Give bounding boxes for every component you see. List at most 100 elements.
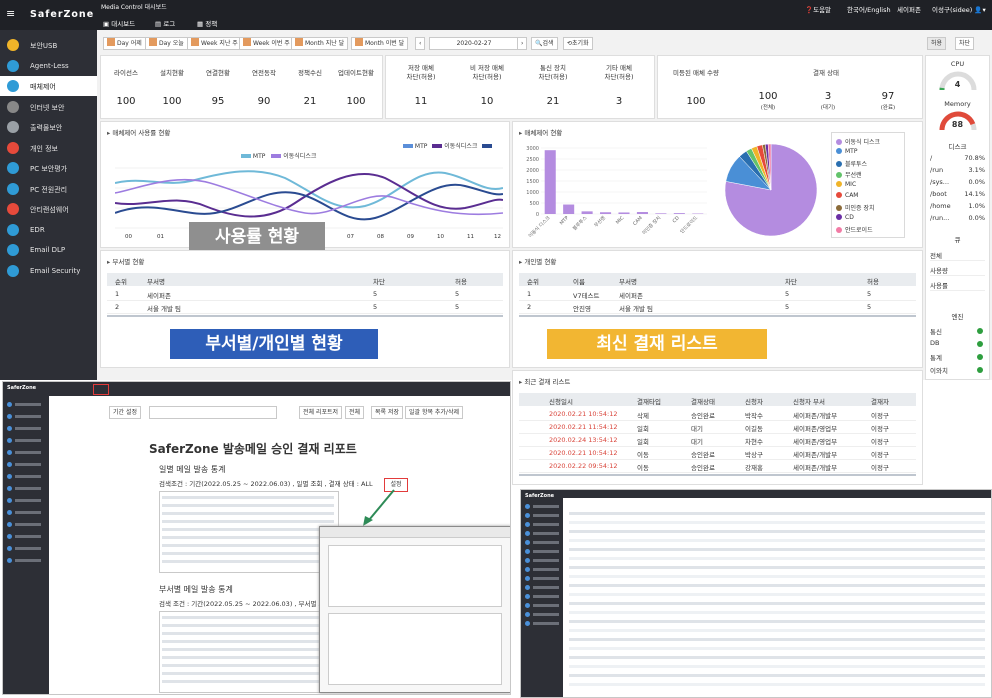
- table-row[interactable]: 1세이퍼존55: [107, 287, 503, 301]
- report-btn-save[interactable]: 목록 저장: [371, 406, 403, 419]
- legend-swatch: [836, 214, 842, 220]
- filter-this-month[interactable]: Month 이번 달: [351, 37, 408, 50]
- report-btn-all-report[interactable]: 전체 리포트저: [299, 406, 342, 419]
- x-tick-label: 이동식 디스크: [527, 214, 552, 239]
- legend-swatch: [482, 144, 492, 148]
- table-row[interactable]: 2020.02.24 13:54:12일회대기차현수세이퍼존/영업부이정구: [519, 433, 916, 447]
- sidebar-item[interactable]: 개인 정보: [0, 138, 97, 158]
- approval-value: 97: [858, 91, 918, 102]
- sidebar-item[interactable]: EDR: [0, 220, 97, 240]
- table-cell: 이정구: [871, 423, 889, 433]
- mini-sidebar-item: [7, 426, 12, 431]
- mini-sidebar-line: [533, 613, 559, 616]
- table-cell: 5: [373, 303, 377, 311]
- report-topbar: [49, 382, 510, 396]
- date-picker[interactable]: 2020-02-27: [429, 37, 519, 50]
- disk-mount: /run: [930, 166, 943, 174]
- table-row[interactable]: 2020.02.22 09:54:12이동승인완료강재홍세이퍼존/개발부이정구: [519, 459, 916, 473]
- table-header: 신청일시결재타입결재상태신청자신청자 부서결재자: [519, 393, 916, 406]
- sidebar-item[interactable]: Email DLP: [0, 240, 97, 260]
- mini-sidebar-line: [15, 451, 41, 454]
- table-row[interactable]: 2서울 개발 팀55: [107, 300, 503, 314]
- mini-table-line: [162, 504, 334, 507]
- log-row: [569, 638, 985, 641]
- sidebar-item[interactable]: 매체제어: [0, 76, 97, 96]
- log-row: [569, 656, 985, 659]
- reset-button[interactable]: ⟲초기화: [563, 37, 593, 50]
- period-setting[interactable]: 기간 설정: [109, 406, 141, 419]
- menu-icon[interactable]: ≡: [6, 8, 15, 19]
- usage-legend-top: MTP 이동식디스크: [403, 141, 492, 150]
- mini-sidebar-item: [525, 504, 530, 509]
- filter-bar: Day 어제 Day 오늘 Week 지난 주 Week 이번 주 Month …: [97, 34, 992, 52]
- log-row: [569, 575, 985, 578]
- day-icon: [149, 38, 157, 46]
- report-tab-highlight[interactable]: [93, 384, 109, 395]
- legend-item: 무선랜: [836, 170, 862, 179]
- y-tick-label: 2000: [526, 168, 539, 174]
- bar: [545, 150, 556, 214]
- mini-sidebar-line: [15, 487, 41, 490]
- sidebar-item[interactable]: 보안USB: [0, 35, 97, 55]
- filter-this-week[interactable]: Week 이번 주: [239, 37, 294, 50]
- legend-swatch: [836, 172, 842, 178]
- sidebar-item[interactable]: Email Security: [0, 261, 97, 281]
- disk-row: /run3.1%: [930, 166, 985, 176]
- sidebar: ≡ SaferZone 보안USBAgent-Less매체제어인터넷 보안출력물…: [0, 0, 97, 380]
- sidebar-item[interactable]: 인터넷 보안: [0, 97, 97, 117]
- engine-status-dot: [977, 354, 983, 360]
- report-btn-items[interactable]: 일괄 항목 추가/삭제: [405, 406, 463, 419]
- toggle-allow[interactable]: 허용: [927, 37, 946, 50]
- mini-sidebar-line: [533, 559, 559, 562]
- filter-yesterday[interactable]: Day 어제: [103, 37, 146, 50]
- sidebar-item[interactable]: PC 보안평가: [0, 158, 97, 178]
- tab-dashboard[interactable]: ▣ 대시보드: [103, 18, 135, 28]
- log-row: [569, 620, 985, 623]
- sidebar-item-icon: [7, 60, 19, 72]
- bar: [674, 213, 685, 214]
- filter-today[interactable]: Day 오늘: [145, 37, 188, 50]
- tab-policy[interactable]: ▦ 정책: [197, 18, 217, 28]
- mini-sidebar-item: [525, 621, 530, 626]
- search-button[interactable]: 🔍검색: [531, 37, 558, 50]
- engine-label: 이와치: [930, 365, 948, 375]
- x-tick-label: CD: [672, 215, 681, 224]
- queue-label: 큐: [926, 234, 989, 244]
- sidebar-item[interactable]: Agent-Less: [0, 56, 97, 76]
- legend-label: MTP: [845, 148, 857, 155]
- filter-last-week[interactable]: Week 지난 주: [187, 37, 242, 50]
- report-btn-all[interactable]: 전체: [345, 406, 364, 419]
- tab-log[interactable]: ▤ 로그: [155, 18, 175, 28]
- table-row[interactable]: 2020.02.21 10:54:12삭제승인완료박작수세이퍼존/개발부이정구: [519, 407, 916, 421]
- table-cell: V7테스트: [573, 290, 600, 300]
- approval-status-label: 결재 상태: [734, 69, 918, 78]
- date-next-button[interactable]: ›: [517, 37, 527, 50]
- y-tick-label: 2500: [526, 157, 539, 163]
- approval-sub: (대기): [798, 104, 858, 113]
- table-cell: 서울 개발 팀: [619, 303, 653, 313]
- filter-last-month[interactable]: Month 지난 달: [291, 37, 348, 50]
- table-row[interactable]: 2020.02.21 11:54:12일회대기이길동세이퍼존/영업부이정구: [519, 420, 916, 434]
- sidebar-item[interactable]: 출력물보안: [0, 117, 97, 137]
- table-cell: 이동: [637, 462, 649, 472]
- language-link[interactable]: 한국어/English: [847, 4, 891, 14]
- table-row[interactable]: 1V7테스트세이퍼존55: [519, 287, 916, 301]
- log-screenshot: SaferZone: [520, 489, 992, 698]
- user-menu[interactable]: 이성구(sidee) 👤▾: [932, 4, 986, 14]
- mini-table-line: [162, 672, 334, 675]
- mini-table-line: [162, 520, 334, 523]
- tab-log-label: 로그: [163, 20, 175, 28]
- table-cell: 서울 개발 팀: [147, 303, 181, 313]
- table-row[interactable]: 2020.02.21 10:54:12이동승인완료박상구세이퍼존/개발부이정구: [519, 446, 916, 460]
- table-row[interactable]: 2안진영서울 개발 팀55: [519, 300, 916, 314]
- sidebar-item[interactable]: 안티랜섬웨어: [0, 199, 97, 219]
- toggle-block[interactable]: 차단: [955, 37, 974, 50]
- table-cell: 이동: [637, 449, 649, 459]
- help-link[interactable]: ❓도움말: [805, 4, 831, 14]
- tab-dashboard-label: 대시보드: [111, 20, 135, 28]
- date-prev-button[interactable]: ‹: [415, 37, 425, 50]
- sidebar-item[interactable]: PC 전원관리: [0, 179, 97, 199]
- sidebar-item-icon: [7, 265, 19, 277]
- legend-label: CAM: [845, 192, 858, 199]
- period-range[interactable]: [149, 406, 277, 419]
